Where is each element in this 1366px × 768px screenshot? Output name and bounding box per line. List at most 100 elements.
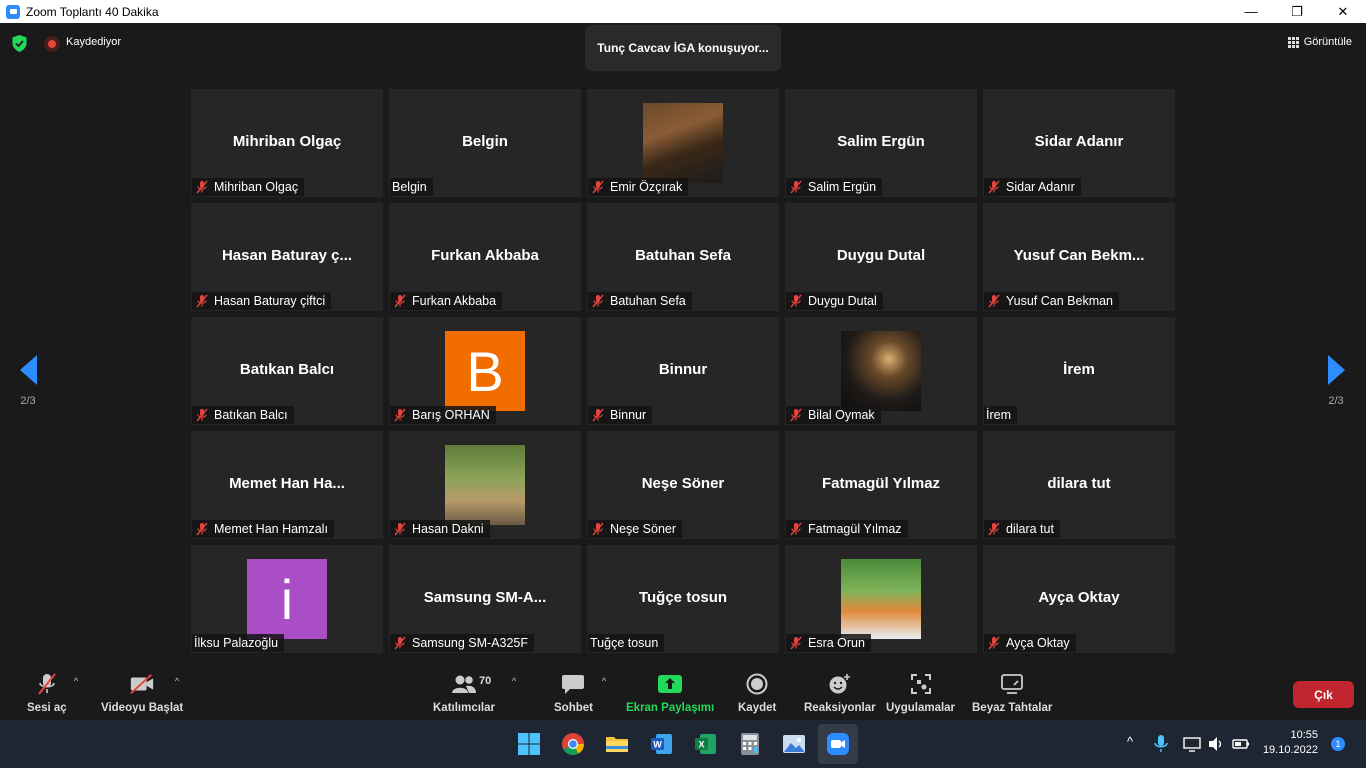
participant-tile[interactable]: Samsung SM-A... Samsung SM-A325F [389, 545, 581, 653]
chat-label: Sohbet [554, 702, 593, 714]
participant-display-name: Tuğçe tosun [638, 589, 728, 606]
muted-mic-icon [195, 294, 209, 308]
previous-page-button[interactable]: 2/3 [18, 355, 38, 407]
recording-status[interactable]: Kaydediyor [66, 36, 121, 48]
minimize-button[interactable]: — [1228, 0, 1274, 23]
participant-display-name: Mihriban Olgaç [232, 133, 342, 150]
chat-options-caret[interactable]: ^ [602, 676, 606, 686]
participant-tile[interactable]: İrem İrem [983, 317, 1175, 425]
clock-date: 19.10.2022 [1262, 744, 1318, 756]
participant-avatar: i [247, 559, 327, 639]
participant-name-tag: Binnur [588, 406, 653, 424]
participant-tile[interactable]: Esra Orun [785, 545, 977, 653]
recording-icon [44, 36, 60, 52]
video-options-caret[interactable]: ^ [175, 676, 179, 686]
apps-button[interactable]: Uygulamalar [886, 672, 955, 714]
participant-name: Furkan Akbaba [412, 294, 497, 308]
participant-tile[interactable]: Mihriban Olgaç Mihriban Olgaç [191, 89, 383, 197]
calculator-icon[interactable] [738, 732, 762, 756]
participant-tile[interactable]: Batıkan Balcı Batıkan Balcı [191, 317, 383, 425]
excel-icon[interactable]: X [694, 732, 718, 756]
security-shield-icon[interactable] [11, 34, 28, 53]
participant-tile[interactable]: Salim Ergün Salim Ergün [785, 89, 977, 197]
participant-avatar: B [445, 331, 525, 411]
grid-view-icon [1287, 36, 1299, 48]
participant-name-tag: Neşe Söner [588, 520, 683, 538]
participant-tile[interactable]: dilara tut dilara tut [983, 431, 1175, 539]
chrome-icon[interactable] [561, 732, 585, 756]
volume-icon[interactable] [1207, 735, 1225, 753]
participant-tile[interactable]: Bilal Oymak [785, 317, 977, 425]
participant-tile[interactable]: Binnur Binnur [587, 317, 779, 425]
display-tray-icon[interactable] [1183, 735, 1201, 753]
participant-name: dilara tut [1006, 522, 1054, 536]
leave-meeting-button[interactable]: Çık [1293, 681, 1354, 708]
participant-name-tag: Barış ORHAN [390, 406, 496, 424]
microphone-tray-icon[interactable] [1152, 734, 1170, 754]
file-explorer-icon[interactable] [605, 732, 629, 756]
word-icon[interactable]: W [650, 732, 674, 756]
muted-mic-icon [987, 294, 1001, 308]
left-arrow-icon [19, 355, 37, 385]
apps-label: Uygulamalar [886, 702, 956, 714]
participant-name: Hasan Dakni [412, 522, 484, 536]
participant-tile[interactable]: B Barış ORHAN [389, 317, 581, 425]
start-video-button[interactable]: Videoyu Başlat [101, 672, 183, 714]
participant-name-tag: Esra Orun [786, 634, 871, 652]
participant-name-tag: Hasan Baturay çiftci [192, 292, 332, 310]
windows-start-icon[interactable] [517, 732, 541, 756]
participant-tile[interactable]: Duygu Dutal Duygu Dutal [785, 203, 977, 311]
participant-name: Fatmagül Yılmaz [808, 522, 902, 536]
reactions-smiley-icon [827, 672, 853, 696]
participant-tile[interactable]: Hasan Baturay ç... Hasan Baturay çiftci [191, 203, 383, 311]
participant-display-name: Fatmagül Yılmaz [821, 475, 941, 492]
participant-display-name: Yusuf Can Bekm... [1013, 247, 1145, 264]
participant-tile[interactable]: Sidar Adanır Sidar Adanır [983, 89, 1175, 197]
chat-button[interactable]: Sohbet [554, 672, 593, 714]
participant-tile[interactable]: Hasan Dakni [389, 431, 581, 539]
window-title: Zoom Toplantı 40 Dakika [26, 4, 159, 19]
participant-name: Samsung SM-A325F [412, 636, 529, 650]
close-window-button[interactable]: ✕ [1320, 0, 1366, 23]
zoom-taskbar-icon[interactable] [826, 732, 850, 756]
share-screen-icon [657, 672, 683, 696]
taskbar-clock[interactable]: 10:55 19.10.2022 [1256, 728, 1318, 758]
participants-count: 70 [479, 675, 492, 687]
record-button[interactable]: Kaydet [738, 672, 776, 714]
unmute-button[interactable]: Sesi aç [27, 672, 67, 714]
participant-tile[interactable]: Emir Özçırak [587, 89, 779, 197]
audio-options-caret[interactable]: ^ [74, 676, 78, 686]
participant-tile[interactable]: Tuğçe tosun Tuğçe tosun [587, 545, 779, 653]
clock-time: 10:55 [1290, 729, 1318, 741]
participant-tile[interactable]: Neşe Söner Neşe Söner [587, 431, 779, 539]
participants-options-caret[interactable]: ^ [512, 676, 516, 686]
chat-bubble-icon [560, 672, 586, 696]
muted-mic-icon [393, 636, 407, 650]
participant-name: Barış ORHAN [412, 408, 490, 422]
whiteboards-button[interactable]: Beyaz Tahtalar [972, 672, 1052, 714]
maximize-button[interactable]: ❐ [1274, 0, 1320, 23]
participant-display-name: dilara tut [1047, 475, 1111, 492]
next-page-button[interactable]: 2/3 [1326, 355, 1346, 407]
view-button[interactable]: Görüntüle [1287, 36, 1352, 48]
reactions-button[interactable]: Reaksiyonlar [804, 672, 876, 714]
participant-tile[interactable]: Fatmagül Yılmaz Fatmagül Yılmaz [785, 431, 977, 539]
svg-text:X: X [698, 740, 704, 750]
muted-mic-icon [393, 522, 407, 536]
participant-tile[interactable]: Ayça Oktay Ayça Oktay [983, 545, 1175, 653]
participant-tile[interactable]: i İlksu Palazoğlu [191, 545, 383, 653]
share-screen-button[interactable]: Ekran Paylaşımı [626, 672, 714, 714]
battery-icon[interactable] [1231, 735, 1251, 753]
participant-tile[interactable]: Yusuf Can Bekm... Yusuf Can Bekman [983, 203, 1175, 311]
participant-name-tag: Fatmagül Yılmaz [786, 520, 908, 538]
participant-name-tag: Yusuf Can Bekman [984, 292, 1120, 310]
notification-badge[interactable]: 1 [1331, 737, 1345, 751]
participant-name: Neşe Söner [610, 522, 677, 536]
participant-tile[interactable]: Belgin Belgin [389, 89, 581, 197]
tray-overflow-caret[interactable]: ^ [1127, 734, 1133, 749]
participant-display-name: Hasan Baturay ç... [221, 247, 353, 264]
participant-tile[interactable]: Memet Han Ha... Memet Han Hamzalı [191, 431, 383, 539]
participant-tile[interactable]: Batuhan Sefa Batuhan Sefa [587, 203, 779, 311]
participant-tile[interactable]: Furkan Akbaba Furkan Akbaba [389, 203, 581, 311]
photos-icon[interactable] [782, 732, 806, 756]
